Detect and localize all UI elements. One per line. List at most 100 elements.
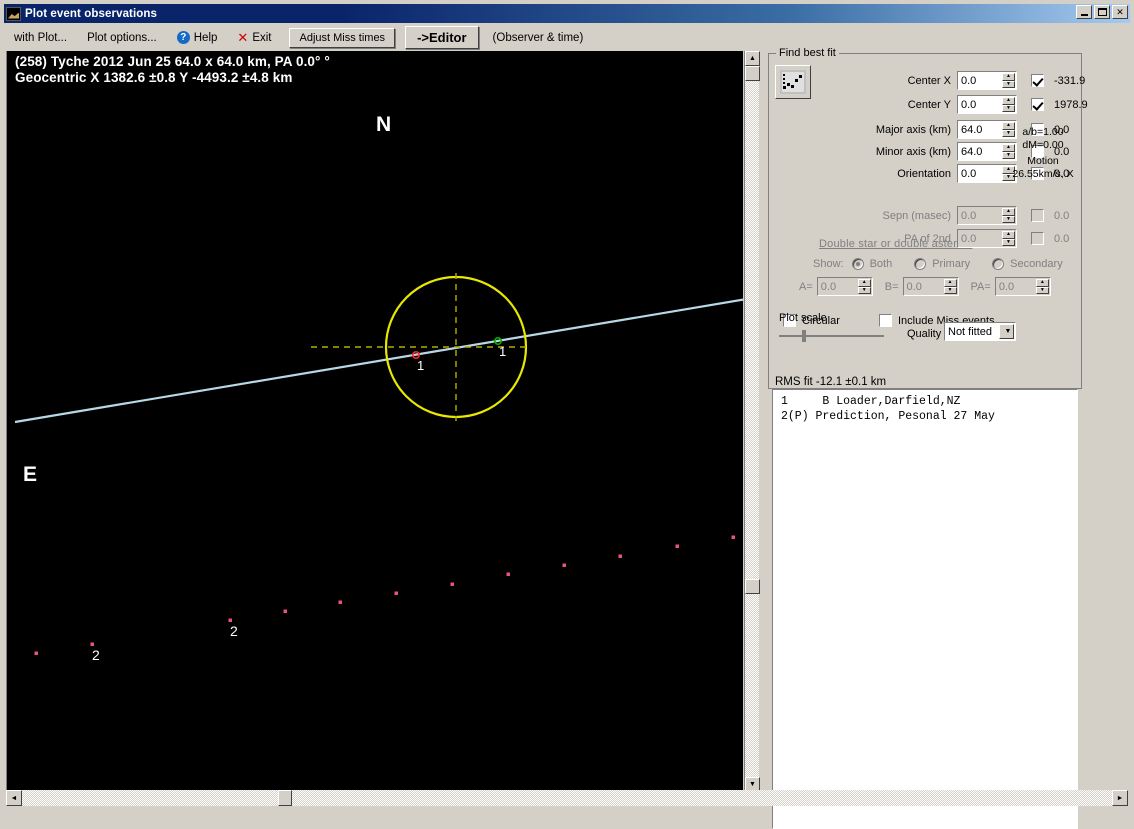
chord-line (14, 298, 743, 424)
plot-graphics: 1 1 2 2 (14, 273, 743, 663)
a-label: A= (799, 280, 813, 293)
best-fit-chart-icon[interactable] (775, 65, 811, 99)
miss-event-point[interactable] (618, 554, 623, 559)
plot-vertical-scrollbar[interactable]: ▲ ▼ (744, 51, 760, 792)
a-input[interactable] (817, 280, 861, 293)
quality-label: Quality (907, 328, 942, 340)
miss-event-point[interactable] (338, 600, 343, 605)
hscroll-right-button[interactable]: ► (1112, 790, 1128, 806)
show-primary-radio[interactable] (914, 257, 927, 270)
separation-error: 0.0 (1054, 209, 1070, 222)
rms-fit-label: RMS fit -12.1 ±0.1 km (775, 376, 887, 388)
pa-of-2nd-label: PA of 2nd (904, 232, 951, 245)
plot-scale-knob[interactable] (802, 330, 806, 342)
include-miss-events-checkbox[interactable] (879, 314, 892, 327)
minor-axis-input[interactable] (958, 145, 1001, 158)
editor-button[interactable]: ->Editor (405, 26, 479, 49)
minimize-button[interactable] (1076, 5, 1092, 19)
separation-spin-buttons[interactable]: ▲ ▼ (1002, 208, 1015, 223)
miss-event-point[interactable] (675, 544, 680, 549)
close-button[interactable]: ✕ (1112, 5, 1128, 19)
menu-help[interactable]: ? Help (167, 29, 228, 46)
center-y-checkbox[interactable] (1031, 98, 1044, 111)
miss-event-point[interactable] (90, 642, 95, 647)
separation-input[interactable] (958, 209, 1001, 222)
scroll-thumb-top[interactable] (745, 66, 760, 81)
observer-time-label: (Observer & time) (492, 31, 584, 44)
b-spin-buttons[interactable]: ▲ ▼ (943, 279, 957, 294)
pa-of-2nd-checkbox[interactable] (1031, 232, 1044, 245)
pa-of-2nd-input[interactable] (958, 232, 1001, 245)
miss-event-point[interactable] (283, 609, 288, 614)
pa-spin-buttons[interactable]: ▲ ▼ (1035, 279, 1049, 294)
miss-event-point[interactable] (506, 572, 511, 577)
scroll-thumb-mid[interactable] (745, 579, 760, 594)
maximize-button[interactable] (1094, 5, 1110, 19)
miss-event-point[interactable] (34, 651, 39, 656)
plot-scale-track (779, 335, 884, 337)
chevron-down-icon[interactable]: ▼ (999, 324, 1014, 339)
fit-row-pa-of-2nd: PA of 2nd ▲▼ 0.0 (807, 229, 1069, 248)
miss-event-label: 2 (92, 647, 100, 663)
abpa-row: A= ▲▼ B= ▲▼ PA= ▲▼ (799, 277, 1051, 296)
miss-event-point[interactable] (731, 535, 736, 540)
window-controls: ✕ (1076, 5, 1128, 19)
center-y-spinner[interactable]: ▲▼ (957, 95, 1017, 114)
pa-input[interactable] (995, 280, 1039, 293)
center-x-input[interactable] (958, 74, 1001, 87)
miss-event-point[interactable] (450, 582, 455, 587)
show-both-label: Both (869, 257, 893, 270)
scroll-up-button[interactable]: ▲ (745, 51, 760, 66)
show-both-radio[interactable] (851, 257, 864, 270)
list-item[interactable]: 2(P) Prediction, Pesonal 27 May (773, 409, 1077, 424)
separation-spinner[interactable]: ▲▼ (957, 206, 1017, 225)
pa-label: PA= (970, 280, 991, 293)
a-spin-buttons[interactable]: ▲ ▼ (857, 279, 871, 294)
quality-dropdown[interactable]: Not fitted ▼ (944, 322, 1016, 341)
miss-event-point[interactable] (394, 591, 399, 596)
pa-spinner[interactable]: ▲▼ (994, 277, 1051, 296)
pa-of-2nd-spin-buttons[interactable]: ▲ ▼ (1002, 231, 1015, 246)
fit-row-separation: Sepn (masec) ▲▼ 0.0 (807, 206, 1069, 225)
close-icon: ✕ (1116, 6, 1124, 17)
fit-row-center-y: Center Y ▲▼ 1978.9 (889, 95, 1088, 114)
plot-scale-slider[interactable] (779, 330, 884, 342)
menu-help-label: Help (193, 31, 218, 44)
plot-area: (258) Tyche 2012 Jun 25 64.0 x 64.0 km, … (6, 51, 760, 792)
window-horizontal-scrollbar[interactable]: ◄ ► (6, 790, 1128, 806)
miss-event-point[interactable] (562, 563, 567, 568)
center-x-checkbox[interactable] (1031, 74, 1044, 87)
hscroll-left-button[interactable]: ◄ (6, 790, 22, 806)
center-x-spinner[interactable]: ▲▼ (957, 71, 1017, 90)
observations-listbox[interactable]: 1 B Loader,Darfield,NZ 2(P) Prediction, … (772, 389, 1078, 829)
a-spinner[interactable]: ▲▼ (816, 277, 873, 296)
ab-ratio-label: a/b=1.00 (1022, 126, 1064, 138)
center-x-spin-buttons[interactable]: ▲ ▼ (1002, 73, 1015, 88)
plot-scale-label: Plot scale (779, 312, 827, 324)
orientation-label: Orientation (897, 167, 951, 180)
menu-with-plot[interactable]: with Plot... (4, 30, 77, 46)
separation-checkbox[interactable] (1031, 209, 1044, 222)
show-primary-label: Primary (932, 257, 971, 270)
b-input[interactable] (903, 280, 947, 293)
menu-exit-label: Exit (252, 31, 272, 44)
orientation-input[interactable] (958, 167, 1001, 180)
adjust-miss-times-button[interactable]: Adjust Miss times (289, 27, 396, 48)
show-secondary-radio[interactable] (992, 257, 1005, 270)
center-y-input[interactable] (958, 98, 1001, 111)
center-y-spin-buttons[interactable]: ▲ ▼ (1002, 97, 1015, 112)
pa-of-2nd-error: 0.0 (1054, 232, 1070, 245)
list-item[interactable]: 1 B Loader,Darfield,NZ (773, 394, 1077, 409)
b-spinner[interactable]: ▲▼ (902, 277, 959, 296)
pa-of-2nd-spinner[interactable]: ▲▼ (957, 229, 1017, 248)
occultation-plot-canvas[interactable]: (258) Tyche 2012 Jun 25 64.0 x 64.0 km, … (6, 51, 743, 792)
menu-bar: with Plot... Plot options... ? Help ✕ Ex… (4, 24, 1130, 51)
find-best-fit-label: Find best fit (776, 47, 839, 59)
miss-event-point[interactable] (228, 618, 233, 623)
menu-plot-options[interactable]: Plot options... (77, 30, 167, 46)
exit-x-icon: ✕ (237, 30, 249, 45)
major-axis-input[interactable] (958, 123, 1001, 136)
menu-exit[interactable]: ✕ Exit (227, 29, 281, 46)
center-y-label: Center Y (907, 98, 951, 111)
hscroll-thumb[interactable] (278, 790, 292, 806)
